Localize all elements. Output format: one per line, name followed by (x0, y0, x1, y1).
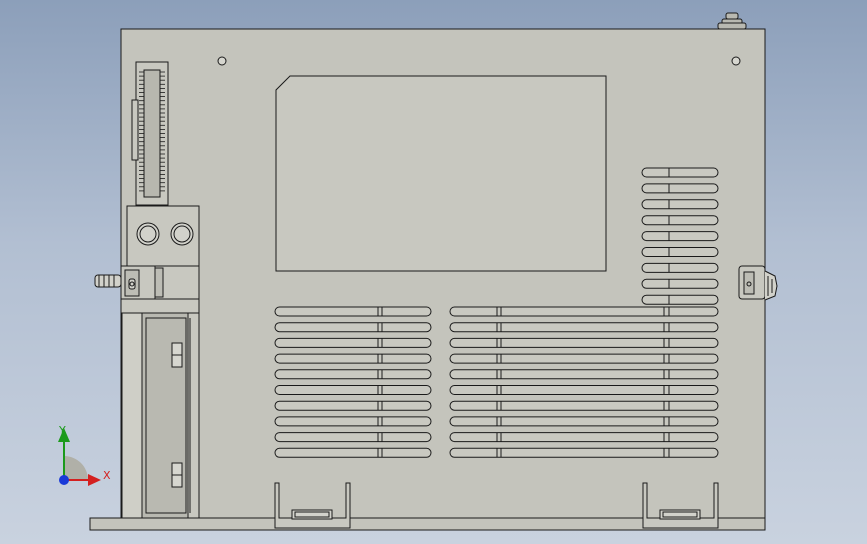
vent-slot (641, 215, 719, 226)
vent-slot (449, 447, 719, 458)
vent-slot (641, 294, 719, 305)
cooling-fan (120, 312, 200, 519)
vent-slot (641, 167, 719, 178)
vent-slot (449, 306, 719, 317)
vent-slot (449, 416, 719, 427)
vent-slot (641, 183, 719, 194)
vent-slot (274, 447, 432, 458)
vent-slot (449, 322, 719, 333)
triad-z-axis-icon (59, 475, 69, 485)
vent-slot (641, 278, 719, 289)
mount-hole-right (731, 56, 741, 66)
vent-slot (449, 369, 719, 380)
servo-drive-front-view (58, 12, 778, 531)
vent-slot (449, 353, 719, 364)
triad-x-arrow-icon (88, 474, 101, 486)
left-bracket (94, 265, 200, 314)
vent-slot (274, 416, 432, 427)
vent-slot (274, 385, 432, 395)
vent-slot (274, 432, 432, 443)
vent-slot (641, 231, 719, 242)
vent-slot (449, 337, 719, 348)
axis-y-label: Y (59, 424, 66, 437)
triad-rotation-arc-icon (64, 456, 88, 480)
terminal-block (126, 205, 200, 267)
vent-slot (449, 432, 719, 443)
vent-slot (274, 337, 432, 348)
vent-slots-upper-right (641, 167, 719, 305)
display-window (275, 75, 607, 272)
vent-slot (274, 306, 432, 317)
vent-slot (274, 369, 432, 380)
vent-slot (449, 385, 719, 395)
top-screw (717, 12, 747, 30)
vent-slot (274, 353, 432, 364)
vent-slot (274, 400, 432, 411)
signal-connector (131, 61, 169, 206)
mount-hole-left (217, 56, 227, 66)
vent-slot (449, 400, 719, 411)
vent-slot (641, 199, 719, 210)
vent-slot (274, 322, 432, 333)
vent-slot (641, 247, 719, 257)
cad-viewport[interactable]: X Y (0, 0, 867, 544)
axis-x-label: X (103, 469, 111, 482)
right-clip (738, 265, 778, 301)
vent-slot (641, 262, 719, 273)
